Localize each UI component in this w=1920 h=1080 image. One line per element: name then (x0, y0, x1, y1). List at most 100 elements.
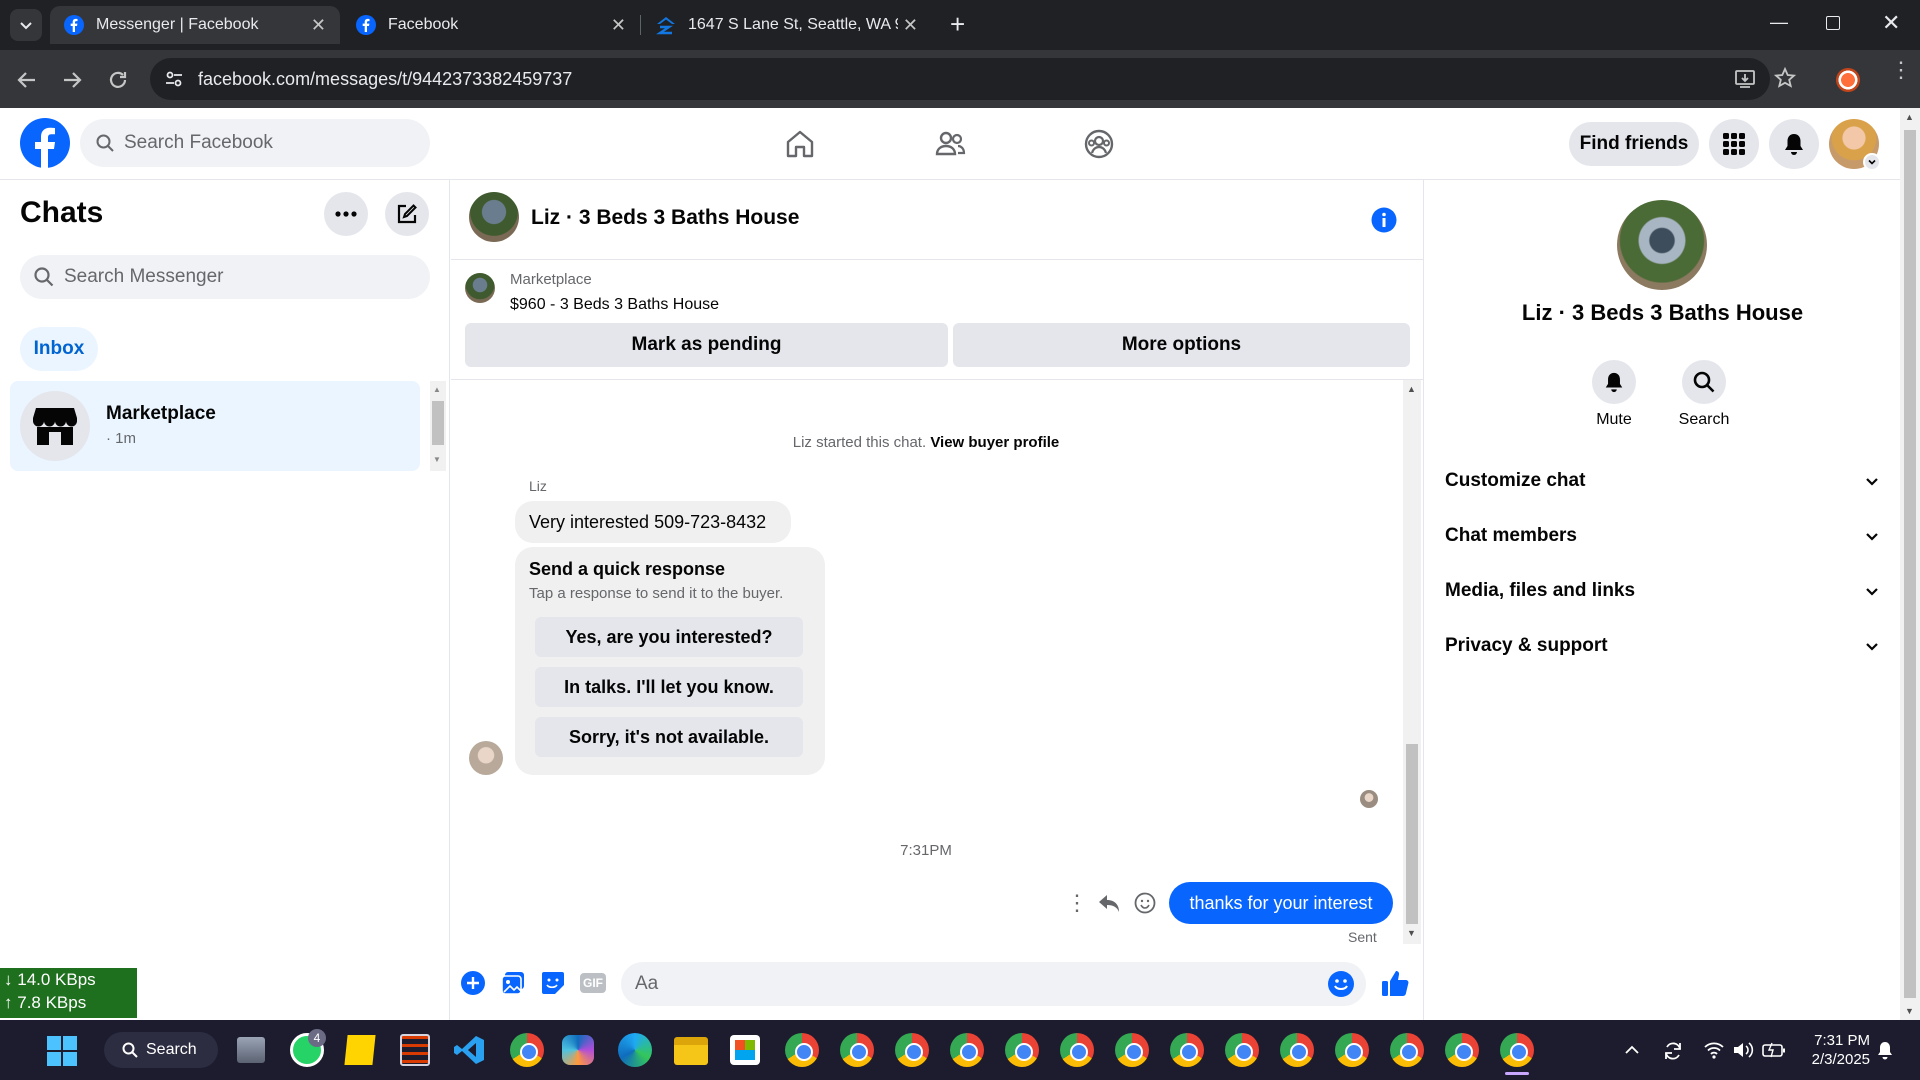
chat-members-section[interactable]: Chat members (1445, 516, 1880, 556)
tab-facebook[interactable]: Facebook ✕ (342, 6, 640, 44)
task-view-icon[interactable] (237, 1037, 265, 1063)
chrome-profile-icon[interactable] (1225, 1033, 1259, 1067)
volume-icon[interactable] (1732, 1041, 1754, 1059)
chrome-profile-icon[interactable] (1445, 1033, 1479, 1067)
reply-icon[interactable] (1098, 893, 1120, 913)
show-hidden-icons-icon[interactable] (1624, 1042, 1640, 1058)
close-tab-icon[interactable]: ✕ (903, 15, 918, 36)
notifications-button[interactable] (1769, 119, 1819, 169)
conversation-avatar[interactable] (469, 192, 519, 242)
chrome-profile-icon[interactable] (1280, 1033, 1314, 1067)
profile-photo[interactable] (1617, 200, 1707, 290)
vscode-icon[interactable] (453, 1034, 485, 1066)
chrome-profile-icon[interactable] (895, 1033, 929, 1067)
battery-icon[interactable] (1762, 1041, 1786, 1059)
chrome-profile-icon[interactable] (1115, 1033, 1149, 1067)
privacy-support-section[interactable]: Privacy & support (1445, 626, 1880, 666)
wifi-icon[interactable] (1704, 1041, 1724, 1059)
messenger-search-box[interactable]: Search Messenger (20, 255, 430, 299)
facebook-search-box[interactable]: Search Facebook (80, 119, 430, 167)
messages-scrollbar[interactable]: ▲ ▼ (1403, 380, 1421, 944)
info-icon[interactable] (1371, 207, 1397, 233)
menu-button[interactable] (1709, 119, 1759, 169)
new-message-button[interactable] (385, 192, 429, 236)
search-in-conversation-button[interactable] (1682, 360, 1726, 404)
system-clock[interactable]: 7:31 PM 2/3/2025 (1790, 1031, 1870, 1069)
media-files-links-section[interactable]: Media, files and links (1445, 571, 1880, 611)
attach-photo-icon[interactable] (501, 971, 525, 995)
chat-item-meta: · 1m (106, 430, 136, 447)
bookmark-star-icon[interactable] (1774, 67, 1796, 89)
chrome-profile-icon[interactable] (1390, 1033, 1424, 1067)
account-menu-badge[interactable] (1863, 153, 1881, 171)
notification-bell-icon[interactable] (1876, 1041, 1894, 1061)
site-info-icon[interactable] (164, 69, 184, 89)
more-options-button[interactable]: More options (953, 323, 1410, 367)
react-emoji-icon[interactable] (1134, 892, 1156, 914)
chrome-active-icon[interactable] (1500, 1033, 1534, 1067)
outgoing-message-bubble[interactable]: thanks for your interest (1169, 882, 1393, 924)
more-actions-plus-icon[interactable] (461, 971, 485, 995)
back-icon[interactable] (16, 69, 38, 91)
sticky-notes-icon[interactable] (344, 1035, 376, 1065)
windows-start-icon[interactable] (47, 1036, 77, 1066)
sender-avatar[interactable] (469, 741, 503, 775)
chrome-profile-icon[interactable] (1060, 1033, 1094, 1067)
friends-icon[interactable] (934, 128, 966, 160)
restore-button[interactable] (1826, 16, 1840, 30)
minimize-button[interactable]: — (1770, 12, 1788, 33)
facebook-logo-icon[interactable] (20, 118, 70, 168)
incoming-message-bubble[interactable]: Very interested 509-723-8432 (515, 501, 791, 543)
reload-icon[interactable] (107, 69, 129, 91)
chrome-profile-icon[interactable] (1335, 1033, 1369, 1067)
sticker-icon[interactable] (541, 971, 565, 995)
find-friends-button[interactable]: Find friends (1569, 122, 1699, 166)
mark-as-pending-button[interactable]: Mark as pending (465, 323, 948, 367)
close-tab-icon[interactable]: ✕ (611, 15, 626, 36)
chrome-profile-icon[interactable] (840, 1033, 874, 1067)
view-buyer-profile-link[interactable]: View buyer profile (930, 434, 1059, 451)
like-thumb-icon[interactable] (1381, 969, 1409, 997)
page-scrollbar[interactable]: ▲ ▼ (1900, 108, 1920, 1020)
address-bar[interactable]: facebook.com/messages/t/9442373382459737 (150, 58, 1770, 100)
quick-response-not-available-button[interactable]: Sorry, it's not available. (535, 717, 803, 757)
chrome-icon[interactable] (510, 1033, 544, 1067)
sync-icon[interactable] (1662, 1040, 1684, 1062)
groups-icon[interactable] (1083, 128, 1115, 160)
profile-avatar-icon[interactable] (1836, 68, 1860, 92)
inbox-filter-tab[interactable]: Inbox (20, 327, 98, 371)
chats-options-button[interactable] (324, 192, 368, 236)
chat-list-scrollbar[interactable]: ▲ ▼ (430, 381, 446, 471)
close-window-button[interactable]: ✕ (1882, 10, 1900, 36)
chrome-profile-icon[interactable] (1005, 1033, 1039, 1067)
quick-response-in-talks-button[interactable]: In talks. I'll let you know. (535, 667, 803, 707)
snipping-tool-icon[interactable] (400, 1034, 430, 1066)
close-tab-icon[interactable]: ✕ (311, 15, 326, 36)
message-more-icon[interactable]: ⋮ (1066, 892, 1088, 914)
listing-title[interactable]: $960 - 3 Beds 3 Baths House (510, 296, 719, 314)
tab-messenger[interactable]: Messenger | Facebook ✕ (50, 6, 340, 44)
mute-button[interactable] (1592, 360, 1636, 404)
gif-icon[interactable]: GIF (580, 973, 606, 993)
edge-icon[interactable] (618, 1033, 652, 1067)
message-input[interactable]: Aa (621, 962, 1366, 1006)
forward-icon[interactable] (61, 69, 83, 91)
browser-menu-icon[interactable]: ⋮ (1890, 59, 1912, 81)
tab-zillow[interactable]: 1647 S Lane St, Seattle, WA 981 ✕ (642, 6, 932, 44)
chat-list-item-marketplace[interactable]: Marketplace · 1m (10, 381, 420, 471)
chrome-profile-icon[interactable] (950, 1033, 984, 1067)
quick-response-yes-button[interactable]: Yes, are you interested? (535, 617, 803, 657)
taskbar-search-button[interactable]: Search (104, 1032, 218, 1068)
new-tab-button[interactable]: + (950, 9, 965, 40)
chrome-profile-icon[interactable] (785, 1033, 819, 1067)
tab-search-button[interactable] (10, 9, 42, 41)
file-explorer-icon[interactable] (674, 1037, 708, 1065)
emoji-icon[interactable] (1328, 971, 1354, 997)
microsoft-store-icon[interactable] (730, 1035, 760, 1065)
chrome-profile-icon[interactable] (1170, 1033, 1204, 1067)
conversation-title[interactable]: Liz · 3 Beds 3 Baths House (531, 206, 799, 230)
copilot-icon[interactable] (562, 1035, 594, 1065)
install-app-icon[interactable] (1734, 68, 1756, 90)
home-icon[interactable] (784, 128, 816, 160)
customize-chat-section[interactable]: Customize chat (1445, 461, 1880, 501)
